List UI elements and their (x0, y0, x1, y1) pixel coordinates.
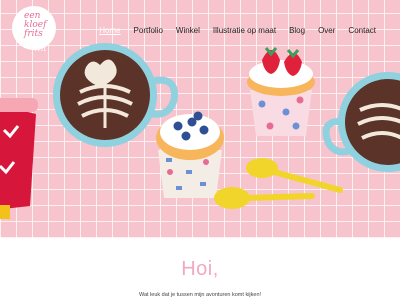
spoons-illustration (214, 158, 343, 209)
site-logo[interactable]: een kloef frits wit (12, 6, 60, 62)
coffee-cup-right-illustration (322, 72, 400, 172)
intro-text: Wat leuk dat je tussen mijn avonturen ko… (138, 292, 262, 298)
nav-item-winkel[interactable]: Winkel (176, 26, 200, 35)
logo-text-line-1: een (24, 11, 41, 21)
hero-banner: een kloef frits wit Home Portfolio Winke… (0, 0, 400, 238)
blueberry-cupcake-illustration (156, 111, 224, 198)
latte-cup-illustration (53, 43, 178, 147)
greeting-heading: Hoi, (181, 258, 219, 280)
nav-item-home[interactable]: Home (99, 26, 120, 35)
main-navigation: Home Portfolio Winkel Illustratie op maa… (99, 26, 376, 35)
nav-item-blog[interactable]: Blog (289, 26, 305, 35)
nav-item-portfolio[interactable]: Portfolio (134, 26, 163, 35)
nav-item-illustratie-op-maat[interactable]: Illustratie op maat (213, 26, 276, 35)
red-mug-illustration (0, 98, 38, 219)
hero-illustration (0, 43, 400, 219)
intro-section: Hoi, Wat leuk dat je tussen mijn avontur… (0, 238, 400, 300)
nav-item-over[interactable]: Over (318, 26, 335, 35)
logo-text-line-3: frits (24, 29, 43, 39)
logo-text-line-4: wit (34, 44, 47, 53)
nav-item-contact[interactable]: Contact (348, 26, 376, 35)
strawberry-cupcake-illustration (247, 47, 315, 136)
